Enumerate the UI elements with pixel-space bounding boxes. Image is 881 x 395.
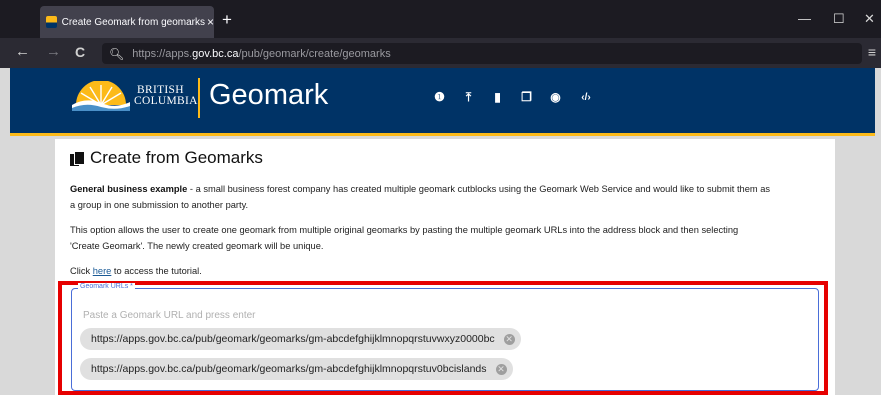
browser-titlebar: Create Geomark from geomarks × + — ☐ ✕ [0,0,881,38]
bc-logo-icon [72,81,130,111]
forward-button[interactable]: → [46,44,61,60]
description-paragraph: This option allows the user to create on… [70,225,739,251]
minimize-button[interactable]: — [798,11,811,26]
tab-close-icon[interactable]: × [207,15,214,29]
copy-icon [70,150,85,166]
address-bar[interactable]: 🔍︎ https://apps.gov.bc.ca/pub/geomark/cr… [102,43,862,64]
close-window-button[interactable]: ✕ [864,11,875,27]
hamburger-menu-icon[interactable]: ≡ [868,44,876,60]
new-tab-button[interactable]: + [222,11,232,28]
copy-icon[interactable]: ❐ [519,90,534,105]
search-icon: 🔍︎ [109,46,125,61]
upload-icon[interactable]: ⤒ [461,90,476,105]
tutorial-link[interactable]: here [93,266,112,276]
page-title-text: Create from Geomarks [90,148,263,167]
tab-title: Create Geomark from geomarks [61,16,205,28]
clipboard-icon[interactable]: ▮ [490,90,505,105]
maximize-button[interactable]: ☐ [833,11,845,27]
reload-button[interactable]: C [75,44,85,60]
info-icon[interactable]: ❶ [432,90,447,105]
url-chip: https://apps.gov.bc.ca/pub/geomark/geoma… [80,358,513,380]
browser-tab[interactable]: Create Geomark from geomarks × [40,6,214,38]
url-input[interactable]: Paste a Geomark URL and press enter [83,310,256,321]
tutorial-paragraph: Click here to access the tutorial. [70,266,202,276]
back-button[interactable]: ← [15,44,30,60]
header-toolbar: ❶ ⤒ ▮ ❐ ◉ ‹/› [432,90,595,105]
chip-label: https://apps.gov.bc.ca/pub/geomark/geoma… [91,363,487,375]
geomark-urls-field[interactable]: Geomark URLs * Paste a Geomark URL and p… [71,283,819,391]
logo-divider [198,78,200,118]
example-paragraph: General business example - a small busin… [70,184,771,210]
url-text: https://apps.gov.bc.ca/pub/geomark/creat… [132,47,391,60]
site-header: BRITISH COLUMBIA Geomark ❶ ⤒ ▮ ❐ ◉ ‹/› [10,68,875,136]
url-chip: https://apps.gov.bc.ca/pub/geomark/geoma… [80,328,521,350]
field-label: Geomark URLs * [78,283,135,290]
bc-favicon-icon [46,16,57,28]
browser-navbar: ← → C 🔍︎ https://apps.gov.bc.ca/pub/geom… [0,38,881,68]
chip-remove-icon[interactable]: ✕ [495,363,507,375]
code-icon[interactable]: ‹/› [577,90,595,105]
page-title: Create from Geomarks [70,148,263,168]
chip-remove-icon[interactable]: ✕ [503,333,515,345]
app-title: Geomark [209,79,329,111]
globe-icon[interactable]: ◉ [548,90,563,105]
bc-wordmark: BRITISH COLUMBIA [134,84,198,107]
chip-label: https://apps.gov.bc.ca/pub/geomark/geoma… [91,333,495,345]
